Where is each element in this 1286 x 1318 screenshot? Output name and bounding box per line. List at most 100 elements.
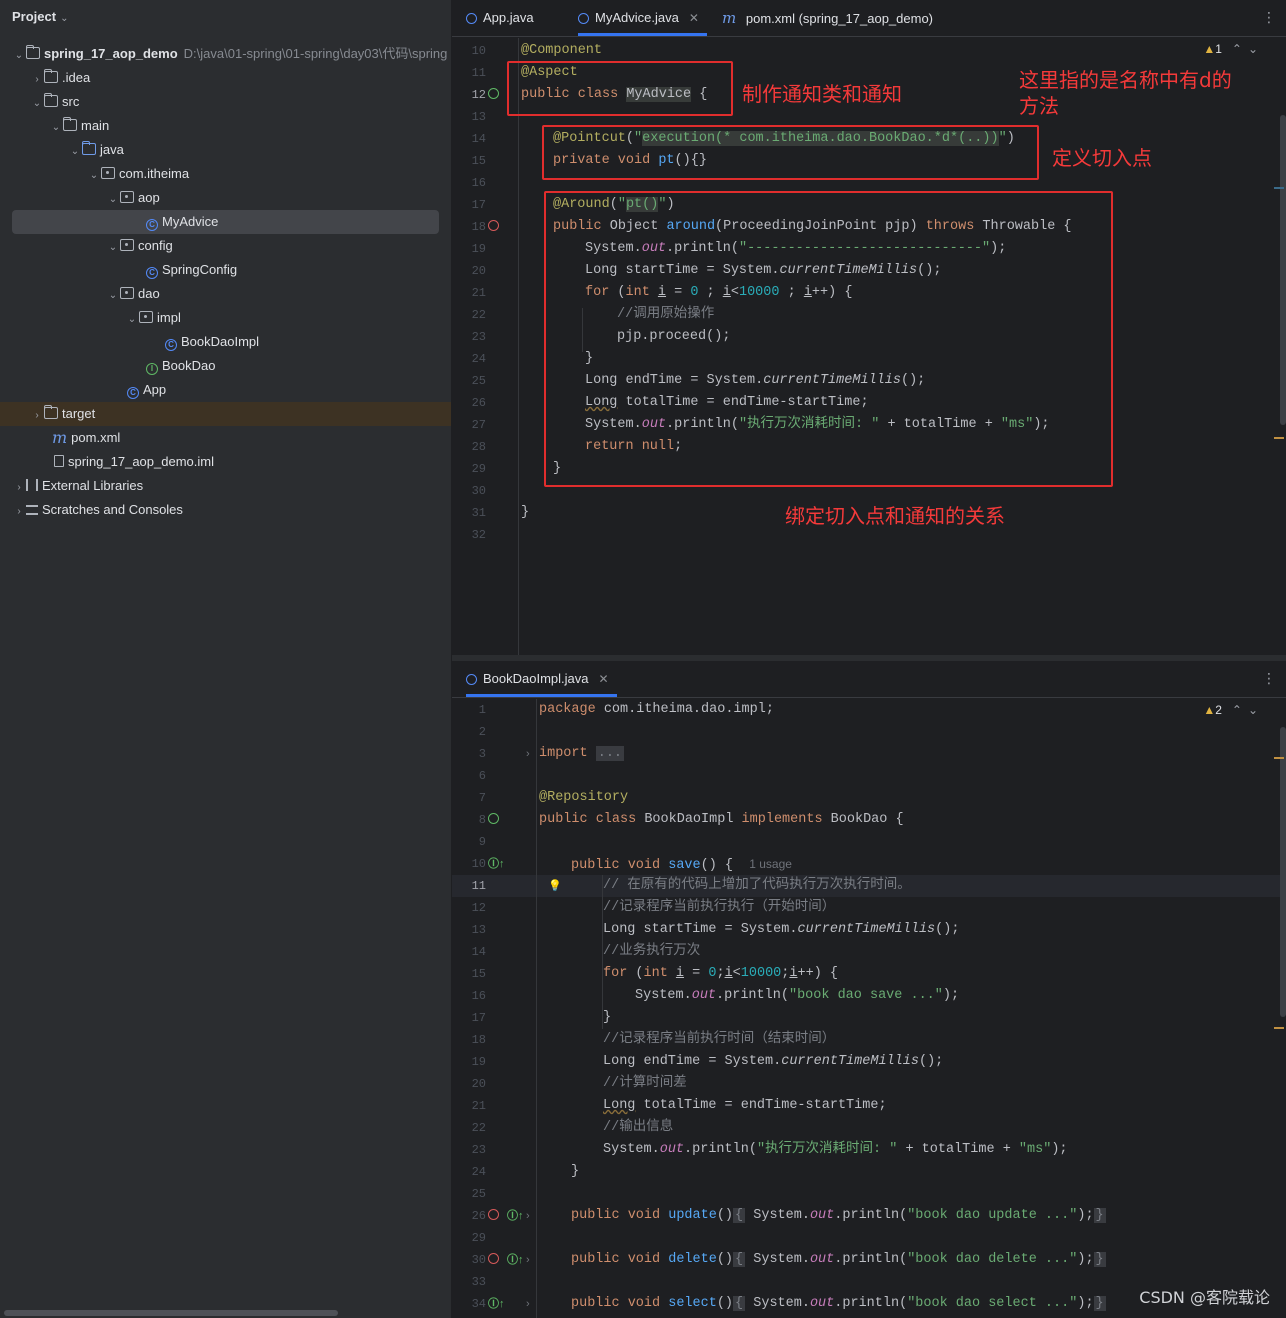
- tree-item-bookdaoimpl[interactable]: C BookDaoImpl: [0, 330, 451, 354]
- line-number[interactable]: 28: [452, 436, 486, 458]
- chevron-down-icon[interactable]: ⌄: [106, 284, 120, 308]
- line-number[interactable]: 7: [452, 787, 486, 809]
- tree-item-iml[interactable]: spring_17_aop_demo.iml: [0, 450, 451, 474]
- line-number[interactable]: 29: [452, 1227, 486, 1249]
- implements-method-icon[interactable]: Ⓘ↑: [507, 1205, 524, 1227]
- line-number[interactable]: 18: [452, 1029, 486, 1051]
- tree-item-root[interactable]: ⌄ spring_17_aop_demo D:\java\01-spring\01-…: [0, 42, 451, 66]
- close-icon[interactable]: ✕: [689, 11, 699, 25]
- line-number[interactable]: 14: [452, 128, 486, 150]
- fold-expand-icon[interactable]: ›: [526, 1249, 530, 1271]
- chevron-down-icon[interactable]: ⌄: [125, 308, 139, 332]
- fold-expand-icon[interactable]: ›: [526, 1205, 530, 1227]
- line-number[interactable]: 30: [452, 480, 486, 502]
- line-number[interactable]: 12: [452, 84, 486, 106]
- chevron-down-icon[interactable]: ⌄: [60, 13, 68, 24]
- tree-item-dao[interactable]: ⌄ dao: [0, 282, 451, 306]
- line-number[interactable]: 23: [452, 326, 486, 348]
- inspection-widget[interactable]: ▲2 ⌃⌄: [1203, 703, 1264, 717]
- chevron-down-icon[interactable]: ⌄: [106, 188, 120, 212]
- line-number[interactable]: 20: [452, 260, 486, 282]
- line-number[interactable]: 11: [452, 62, 486, 84]
- line-number[interactable]: 17: [452, 194, 486, 216]
- line-number[interactable]: 10: [452, 853, 486, 875]
- vertical-scrollbar[interactable]: [1280, 115, 1286, 425]
- line-number[interactable]: 13: [452, 919, 486, 941]
- line-number[interactable]: 14: [452, 941, 486, 963]
- tree-item-idea[interactable]: › .idea: [0, 66, 451, 90]
- line-number[interactable]: 8: [452, 809, 486, 831]
- tree-item-main[interactable]: ⌄ main: [0, 114, 451, 138]
- more-options-icon[interactable]: ⋮: [1262, 10, 1276, 24]
- chevron-down-icon[interactable]: ⌄: [106, 236, 120, 260]
- line-number[interactable]: 9: [452, 831, 486, 853]
- editor-myadvice[interactable]: App.java MyAdvice.java ✕ m pom.xml (sprin…: [452, 0, 1286, 655]
- more-options-icon[interactable]: ⋮: [1262, 671, 1276, 685]
- advice-gutter-icon[interactable]: [488, 1249, 499, 1271]
- navigate-arrows-icon[interactable]: ⌃⌄: [1232, 42, 1264, 56]
- lightbulb-icon[interactable]: 💡: [548, 875, 562, 897]
- line-number[interactable]: 12: [452, 897, 486, 919]
- chevron-down-icon[interactable]: ⌄: [49, 116, 63, 140]
- tree-item-com-itheima[interactable]: ⌄ com.itheima: [0, 162, 451, 186]
- line-number[interactable]: 27: [452, 414, 486, 436]
- fold-expand-icon[interactable]: ›: [526, 1293, 530, 1315]
- line-number[interactable]: 16: [452, 985, 486, 1007]
- chevron-down-icon[interactable]: ⌄: [12, 44, 26, 68]
- implements-method-icon[interactable]: Ⓘ↑: [507, 1249, 524, 1271]
- tab-pom-xml[interactable]: m pom.xml (spring_17_aop_demo): [722, 0, 933, 36]
- line-number[interactable]: 10: [452, 40, 486, 62]
- tree-item-config[interactable]: ⌄ config: [0, 234, 451, 258]
- line-number[interactable]: 16: [452, 172, 486, 194]
- tree-item-java[interactable]: ⌄ java: [0, 138, 451, 162]
- fold-expand-icon[interactable]: ›: [526, 743, 530, 765]
- line-number[interactable]: 18: [452, 216, 486, 238]
- tree-item-pom[interactable]: m pom.xml: [0, 426, 451, 450]
- line-number[interactable]: 22: [452, 304, 486, 326]
- chevron-right-icon[interactable]: ›: [30, 404, 44, 428]
- chevron-down-icon[interactable]: ⌄: [30, 92, 44, 116]
- tree-item-bookdao[interactable]: I BookDao: [0, 354, 451, 378]
- line-number[interactable]: 26: [452, 1205, 486, 1227]
- line-number[interactable]: 25: [452, 370, 486, 392]
- line-number[interactable]: 2: [452, 721, 486, 743]
- spring-bean-icon[interactable]: [488, 84, 499, 106]
- line-number[interactable]: 24: [452, 1161, 486, 1183]
- horizontal-scrollbar[interactable]: [4, 1310, 338, 1316]
- tree-item-impl[interactable]: ⌄ impl: [0, 306, 451, 330]
- line-number[interactable]: 22: [452, 1117, 486, 1139]
- navigate-arrows-icon[interactable]: ⌃⌄: [1232, 703, 1264, 717]
- implements-method-icon[interactable]: Ⓘ↑: [488, 853, 505, 875]
- implements-method-icon[interactable]: Ⓘ↑: [488, 1293, 505, 1315]
- chevron-right-icon[interactable]: ›: [30, 68, 44, 92]
- line-number[interactable]: 34: [452, 1293, 486, 1315]
- tree-item-target[interactable]: › target: [0, 402, 451, 426]
- tree-item-springconfig[interactable]: C SpringConfig: [0, 258, 451, 282]
- tab-myadvice-java[interactable]: MyAdvice.java ✕: [578, 0, 707, 36]
- project-view-selector[interactable]: Project ⌄: [12, 9, 68, 24]
- line-number[interactable]: 21: [452, 1095, 486, 1117]
- editor-bookdaoimpl[interactable]: BookDaoImpl.java ✕ ⋮ ▲2 ⌃⌄ 1 2 3 6 7 8 9 10 11 12 13…: [452, 661, 1286, 1318]
- line-number[interactable]: 13: [452, 106, 486, 128]
- inspection-widget[interactable]: ▲1 ⌃⌄: [1203, 42, 1264, 56]
- line-number[interactable]: 26: [452, 392, 486, 414]
- close-icon[interactable]: ✕: [599, 672, 609, 686]
- line-number[interactable]: 3: [452, 743, 486, 765]
- line-number[interactable]: 31: [452, 502, 486, 524]
- line-number[interactable]: 19: [452, 1051, 486, 1073]
- line-number[interactable]: 19: [452, 238, 486, 260]
- tree-item-aop[interactable]: ⌄ aop: [0, 186, 451, 210]
- spring-bean-icon[interactable]: [488, 809, 499, 831]
- tree-item-src[interactable]: ⌄ src: [0, 90, 451, 114]
- tree-item-app[interactable]: C App: [0, 378, 451, 402]
- line-number[interactable]: 6: [452, 765, 486, 787]
- tree-item-external-libraries[interactable]: › External Libraries: [0, 474, 451, 498]
- line-number[interactable]: 33: [452, 1271, 486, 1293]
- line-number[interactable]: 23: [452, 1139, 486, 1161]
- line-number[interactable]: 1: [452, 699, 486, 721]
- advice-gutter-icon[interactable]: [488, 1205, 499, 1227]
- line-number[interactable]: 30: [452, 1249, 486, 1271]
- tree-item-myadvice[interactable]: C MyAdvice: [12, 210, 439, 234]
- chevron-down-icon[interactable]: ⌄: [87, 164, 101, 188]
- tab-bookdaoimpl-java[interactable]: BookDaoImpl.java ✕: [466, 661, 617, 697]
